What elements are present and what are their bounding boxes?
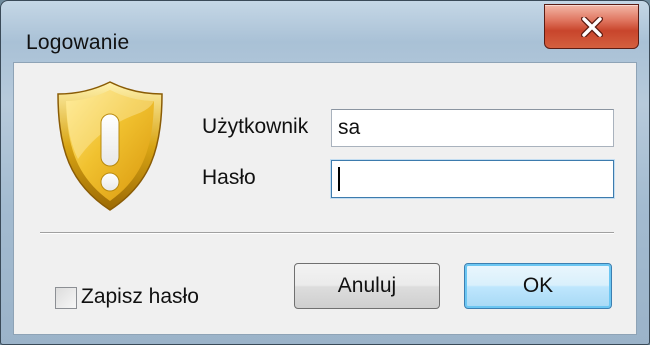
close-button[interactable] (544, 4, 639, 49)
text-caret (338, 167, 340, 191)
window-title: Logowanie (26, 31, 130, 54)
warning-shield-icon (57, 81, 163, 211)
password-input[interactable] (331, 160, 614, 198)
username-label: Użytkownik (202, 115, 309, 138)
remember-password-label[interactable]: Zapisz hasło (81, 285, 199, 309)
cancel-button[interactable]: Anuluj (294, 263, 440, 309)
close-icon (580, 16, 603, 37)
remember-password-checkbox[interactable] (55, 287, 77, 309)
ok-button[interactable]: OK (464, 263, 612, 309)
separator (40, 232, 614, 234)
dialog-body: Użytkownik Hasło Zapisz hasło Anuluj OK (13, 62, 637, 335)
title-bar[interactable]: Logowanie (1, 1, 649, 71)
password-label: Hasło (202, 166, 256, 189)
login-dialog: Logowanie Użytkownik sa Hasło Zapisz has… (0, 0, 650, 345)
username-input[interactable] (331, 109, 614, 147)
